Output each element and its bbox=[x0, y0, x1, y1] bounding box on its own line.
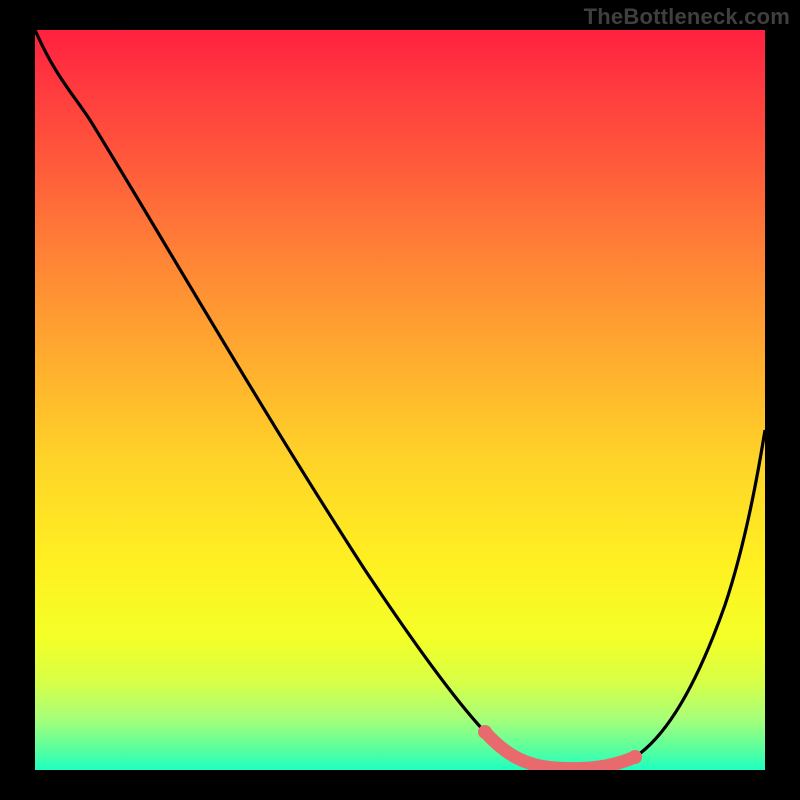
highlight-dot-left bbox=[478, 725, 492, 739]
chart-frame: TheBottleneck.com bbox=[0, 0, 800, 800]
watermark-text: TheBottleneck.com bbox=[584, 4, 790, 30]
plot-area bbox=[35, 30, 765, 770]
curve-layer bbox=[35, 30, 765, 770]
highlight-dot-right bbox=[628, 750, 642, 764]
sweet-spot-highlight bbox=[485, 732, 635, 769]
bottleneck-curve bbox=[35, 30, 765, 769]
